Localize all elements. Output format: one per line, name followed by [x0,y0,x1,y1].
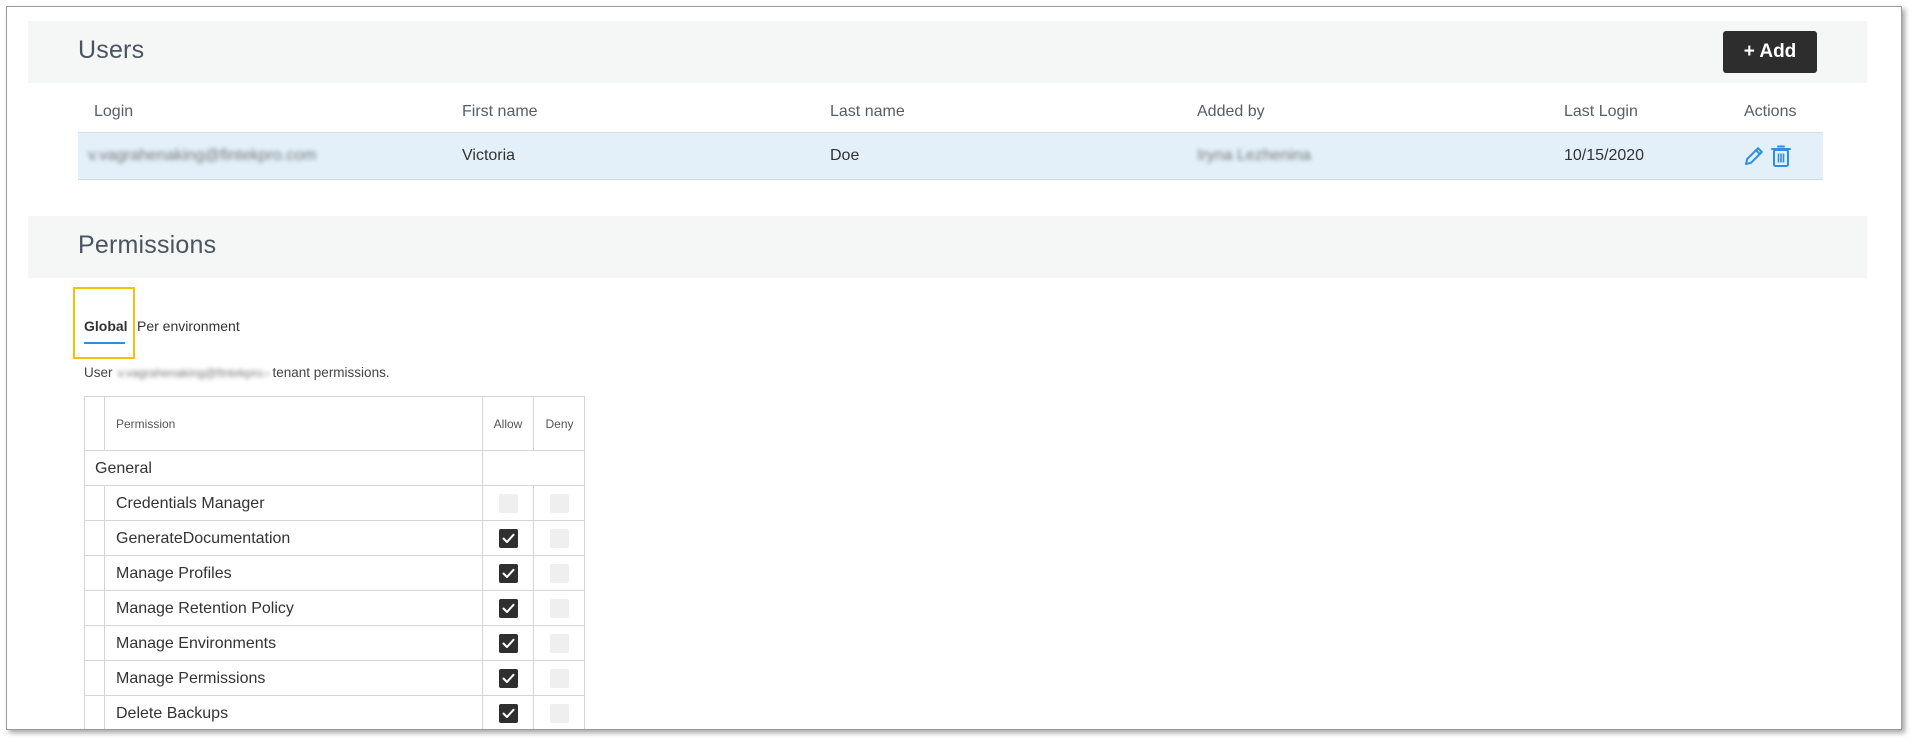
users-title: Users [78,36,145,64]
check-icon [502,603,515,614]
pencil-icon[interactable] [1742,144,1766,168]
allow-cell [482,696,534,729]
indent-cell [85,556,105,590]
check-icon [502,568,515,579]
deny-checkbox[interactable] [550,633,569,653]
column-last-login[interactable]: Last Login [1564,103,1638,121]
indent-cell [85,626,105,660]
tab-global[interactable]: Global [84,318,128,334]
allow-checkbox[interactable] [498,598,518,618]
row-actions [1742,144,1792,168]
column-actions: Actions [1744,103,1797,120]
permission-label: Manage Environments [116,635,277,652]
indent-cell [85,661,105,695]
deny-cell [534,696,585,729]
column-last-name[interactable]: Last name [830,103,905,121]
column-login[interactable]: Login [94,103,133,121]
permission-row: GenerateDocumentation [85,521,584,556]
check-icon [502,533,515,544]
permission-group-row: General [85,451,584,486]
permission-row: Manage Profiles [85,556,584,591]
permission-label: Credentials Manager [116,495,265,512]
column-deny: Deny [545,416,574,431]
deny-checkbox[interactable] [550,493,569,513]
users-section-header: Users + Add [28,21,1867,83]
permission-row: Manage Permissions [85,661,584,696]
column-added-by[interactable]: Added by [1197,103,1265,121]
column-allow-cell: Allow [482,397,534,450]
permissions-table: Permission Allow Deny General Credential… [84,396,585,729]
permission-group-label: General [95,460,152,477]
tenant-permissions-description: User v.vagrahenaking@fintekpro.com tenan… [84,365,390,380]
permission-label: Manage Profiles [116,565,232,582]
deny-checkbox[interactable] [550,598,569,618]
indent-cell [85,486,105,520]
check-icon [502,638,515,649]
permission-label: Manage Permissions [116,670,266,687]
deny-cell [534,556,585,590]
permission-row: Manage Environments [85,626,584,661]
user-last-login: 10/15/2020 [1564,147,1645,164]
permission-label: GenerateDocumentation [116,530,291,547]
allow-checkbox[interactable] [498,633,518,653]
allow-cell [482,626,534,660]
group-separator [482,451,534,485]
column-first-name[interactable]: First name [462,103,538,121]
deny-checkbox[interactable] [550,528,569,548]
indent-cell [85,521,105,555]
allow-cell [482,591,534,625]
user-last-name: Doe [830,147,860,164]
deny-checkbox[interactable] [550,668,569,688]
permission-label: Manage Retention Policy [116,600,294,617]
users-table-header: Login First name Last name Added by Last… [78,93,1823,133]
deny-cell [534,591,585,625]
permission-row: Delete Backups [85,696,585,729]
deny-cell [534,661,585,695]
permission-row: Manage Retention Policy [85,591,584,626]
permission-row: Credentials Manager [85,486,584,521]
allow-cell [482,486,534,520]
indent-cell [85,591,105,625]
deny-cell [534,626,585,660]
desc-suffix: tenant permissions. [272,365,390,380]
permissions-table-header: Permission Allow Deny [85,397,584,451]
active-tab-indicator [84,342,125,344]
allow-checkbox[interactable] [498,668,518,688]
tab-per-environment[interactable]: Per environment [137,318,240,334]
permission-label: Delete Backups [116,705,229,722]
add-user-button[interactable]: + Add [1723,31,1817,73]
allow-checkbox[interactable] [498,493,518,513]
permissions-title: Permissions [78,231,217,259]
allow-checkbox[interactable] [498,528,518,548]
trash-icon[interactable] [1770,144,1792,168]
allow-cell [482,521,534,555]
allow-checkbox[interactable] [498,563,518,583]
allow-cell [482,556,534,590]
indent-cell [85,696,105,729]
check-icon [502,673,515,684]
allow-cell [482,661,534,695]
app-window: Users + Add Login First name Last name A… [6,6,1902,730]
indent-cell [85,397,105,450]
column-allow: Allow [493,416,523,431]
deny-cell [534,486,585,520]
column-deny-cell: Deny [534,397,585,450]
desc-prefix: User [84,365,113,380]
permissions-section-header: Permissions [28,216,1867,278]
column-permission: Permission [116,417,176,431]
user-first-name: Victoria [462,147,516,164]
check-icon [502,708,515,719]
user-added-by: Iryna Lezhenina [1197,147,1311,164]
deny-cell [534,521,585,555]
user-login: v.vagrahenaking@fintekpro.com [88,147,317,164]
table-row[interactable]: v.vagrahenaking@fintekpro.com Victoria D… [78,133,1823,180]
deny-checkbox[interactable] [550,703,569,723]
deny-checkbox[interactable] [550,563,569,583]
allow-checkbox[interactable] [498,703,518,723]
desc-user: v.vagrahenaking@fintekpro.com [117,365,268,380]
